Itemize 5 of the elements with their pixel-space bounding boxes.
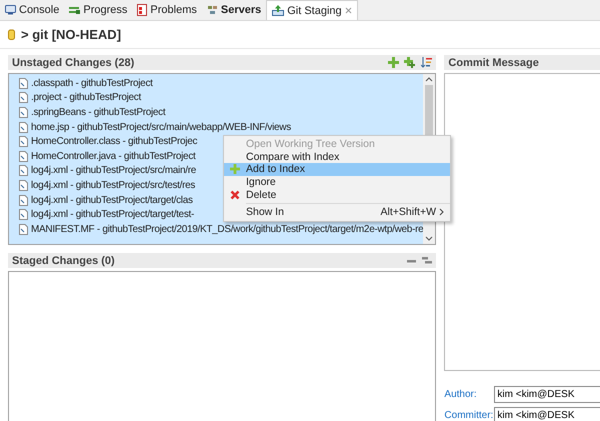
section-title: Staged Changes (0) bbox=[12, 254, 115, 266]
section-title: Unstaged Changes (28) bbox=[12, 56, 134, 68]
repository-title: > git [NO-HEAD] bbox=[21, 27, 122, 42]
section-title: Commit Message bbox=[448, 56, 539, 68]
shortcut-text: Alt+Shift+W bbox=[380, 206, 436, 218]
